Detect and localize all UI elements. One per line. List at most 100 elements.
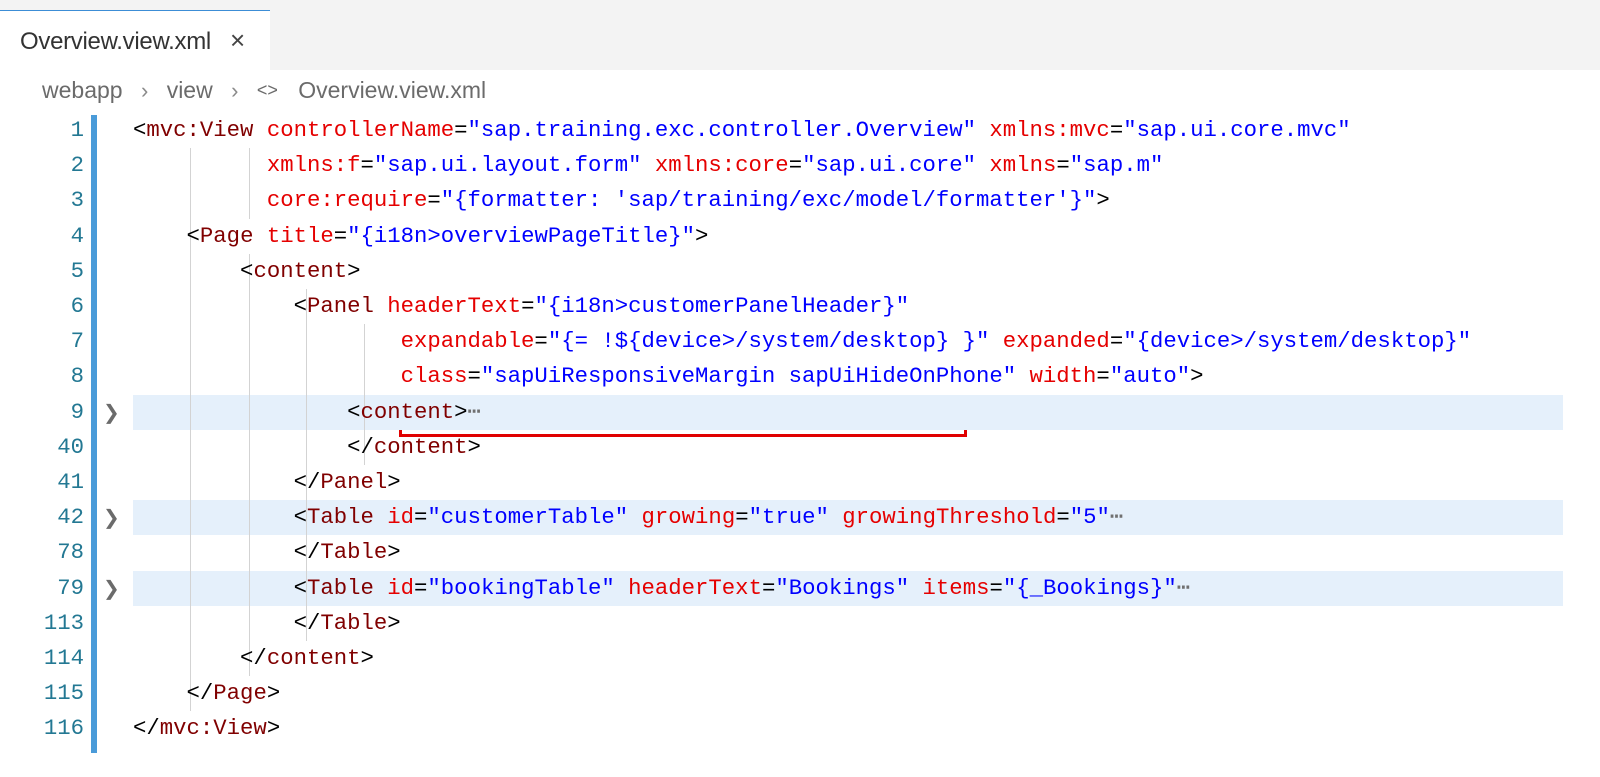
breadcrumb-item-view[interactable]: view	[167, 77, 213, 104]
code-line-114[interactable]: 114 </content>	[0, 641, 1600, 677]
folded-ellipsis-icon[interactable]: ⋯	[1110, 504, 1123, 530]
code-text: <content>	[133, 254, 360, 289]
code-text: <mvc:View controllerName="sap.training.e…	[133, 113, 1351, 148]
punctuation	[374, 504, 387, 530]
attribute-name: id	[387, 504, 415, 531]
punctuation: <	[186, 222, 200, 249]
tag-name: content	[373, 433, 468, 460]
tag-name: Table	[306, 504, 374, 531]
attribute-name: headerText	[387, 293, 522, 319]
breadcrumb-item-webapp[interactable]: webapp	[42, 77, 123, 104]
attribute-value: "bookingTable"	[427, 574, 615, 601]
line-number: 114	[43, 645, 84, 671]
code-line-78[interactable]: 78 </Table>	[0, 535, 1600, 571]
punctuation	[641, 152, 654, 178]
attribute-value: "{i18n>overviewPageTitle}"	[347, 222, 696, 249]
punctuation: =	[989, 574, 1003, 601]
chevron-right-icon: ›	[231, 77, 239, 103]
code-line-116[interactable]: 116 </mvc:View>	[0, 711, 1600, 746]
fold-chevron-icon[interactable]: ❯	[103, 571, 123, 606]
punctuation: =	[1109, 328, 1124, 355]
code-line-5[interactable]: 5 <content>	[0, 253, 1600, 289]
tab-overview-view-xml[interactable]: Overview.view.xml ×	[0, 10, 270, 70]
attribute-name: width	[1029, 363, 1097, 390]
tag-name: content	[360, 398, 455, 425]
punctuation: =	[454, 117, 468, 143]
punctuation: >	[387, 539, 401, 566]
attribute-name: xmlns:mvc	[989, 117, 1110, 143]
punctuation	[1016, 363, 1029, 389]
close-icon[interactable]: ×	[230, 25, 245, 56]
editor-tab-bar: Overview.view.xml ×	[0, 0, 1600, 70]
punctuation	[976, 117, 989, 143]
punctuation: <	[240, 257, 254, 284]
punctuation: =	[1056, 504, 1070, 531]
folded-ellipsis-icon[interactable]: ⋯	[468, 399, 481, 425]
attribute-name: class	[400, 363, 468, 390]
code-text: <Table id="customerTable" growing="true"…	[133, 500, 1124, 535]
line-number: 5	[70, 257, 84, 284]
code-line-41[interactable]: 41 </Panel>	[0, 465, 1600, 501]
code-line-2[interactable]: 2 xmlns:f="sap.ui.layout.form" xmlns:cor…	[0, 148, 1600, 184]
xml-file-icon: <>	[256, 80, 278, 101]
code-line-9[interactable]: 9 ❯ <content>⋯	[0, 394, 1600, 430]
punctuation	[253, 117, 266, 143]
code-line-79[interactable]: 79 ❯ <Table id="bookingTable" headerText=…	[0, 570, 1600, 606]
code-text: class="sapUiResponsiveMargin sapUiHideOn…	[133, 359, 1204, 394]
code-line-4[interactable]: 4 <Page title="{i18n>overviewPageTitle}"…	[0, 218, 1600, 254]
attribute-value: "sap.m"	[1069, 152, 1164, 179]
code-line-1[interactable]: 1 <mvc:View controllerName="sap.training.…	[0, 113, 1600, 148]
line-number: 79	[57, 574, 84, 601]
tag-name: Page	[213, 680, 267, 707]
tag-name: Panel	[306, 293, 374, 319]
punctuation: =	[414, 504, 428, 531]
code-line-6[interactable]: 6 <Panel headerText="{i18n>customerPanel…	[0, 289, 1600, 325]
tag-name: mvc:View	[146, 117, 254, 143]
attribute-value: "sap.ui.core.mvc"	[1123, 117, 1351, 143]
code-text: </content>	[133, 430, 481, 465]
attribute-value: "{i18n>customerPanelHeader}"	[534, 293, 910, 319]
attribute-value: "{= !${device>/system/desktop} }"	[547, 328, 990, 355]
punctuation: >	[266, 680, 281, 707]
code-line-8[interactable]: 8 class="sapUiResponsiveMargin sapUiHide…	[0, 359, 1600, 395]
punctuation: <	[293, 293, 307, 319]
punctuation: =	[1109, 117, 1124, 143]
fold-chevron-icon[interactable]: ❯	[103, 500, 123, 535]
line-number: 116	[43, 715, 84, 742]
folded-ellipsis-icon[interactable]: ⋯	[1177, 575, 1190, 601]
code-line-40[interactable]: 40 </content>	[0, 429, 1600, 465]
code-text: </Panel>	[133, 465, 401, 500]
punctuation: </	[293, 609, 321, 636]
tab-title: Overview.view.xml	[20, 28, 211, 55]
punctuation: <	[293, 504, 307, 531]
punctuation: >	[266, 715, 281, 742]
code-line-115[interactable]: 115 </Page>	[0, 676, 1600, 712]
code-line-42[interactable]: 42 ❯ <Table id="customerTable" growing="t…	[0, 500, 1600, 536]
code-editor[interactable]: 1 <mvc:View controllerName="sap.training.…	[0, 112, 1600, 777]
line-number: 78	[57, 539, 84, 566]
punctuation	[628, 504, 641, 530]
breadcrumb-item-file[interactable]: Overview.view.xml	[298, 77, 486, 104]
fold-chevron-icon[interactable]: ❯	[103, 395, 123, 430]
code-line-7[interactable]: 7 expandable="{= !${device>/system/deskt…	[0, 324, 1600, 360]
punctuation	[909, 575, 922, 601]
punctuation	[829, 504, 842, 530]
attribute-value: "{formatter: 'sap/training/exc/model/for…	[440, 187, 1097, 214]
line-number: 40	[57, 433, 84, 460]
tag-name: content	[253, 257, 348, 284]
punctuation: =	[1056, 152, 1070, 179]
punctuation	[374, 293, 387, 319]
code-line-113[interactable]: 113 </Table>	[0, 605, 1600, 641]
punctuation: </	[240, 645, 267, 671]
attribute-value: "sap.ui.core"	[802, 152, 977, 179]
punctuation: =	[414, 574, 428, 601]
code-line-3[interactable]: 3 core:require="{formatter: 'sap/trainin…	[0, 183, 1600, 219]
tag-name: Panel	[320, 469, 388, 495]
code-text: </Page>	[133, 676, 281, 711]
